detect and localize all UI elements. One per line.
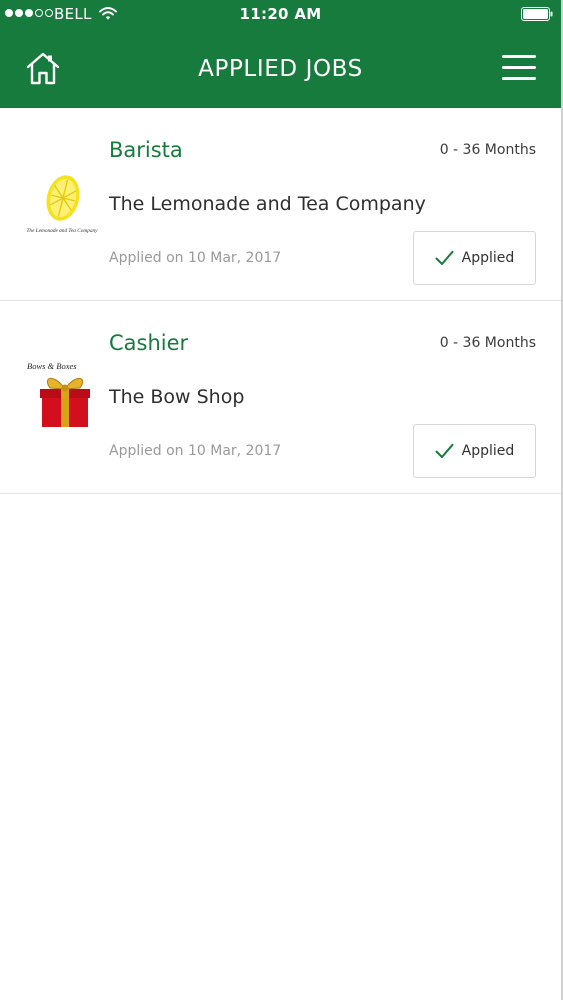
menu-button[interactable] [502, 53, 538, 83]
experience-range: 0 - 36 Months [439, 335, 536, 351]
job-card[interactable]: Bows & Boxes Cashier 0 - 36 Months The B… [0, 301, 561, 494]
applied-status-button[interactable]: Applied [413, 424, 536, 478]
company-name: The Bow Shop [109, 386, 245, 408]
battery-icon [521, 7, 553, 21]
experience-range: 0 - 36 Months [439, 142, 536, 158]
status-bar: BELL 11:20 AM [0, 0, 561, 30]
applied-date: Applied on 10 Mar, 2017 [109, 443, 282, 459]
header: BELL 11:20 AM APPLIED JOBS [0, 0, 561, 108]
check-icon [435, 443, 454, 458]
applied-status-label: Applied [461, 443, 515, 459]
applied-jobs-list: The Lemonade and Tea Company Barista 0 -… [0, 108, 561, 494]
screen: BELL 11:20 AM APPLIED JOBS The Lemonade … [0, 0, 563, 1000]
status-time: 11:20 AM [239, 5, 322, 23]
applied-status-button[interactable]: Applied [413, 231, 536, 285]
company-name: The Lemonade and Tea Company [109, 193, 426, 215]
bow-shop-logo: Bows & Boxes [27, 361, 90, 427]
job-title[interactable]: Cashier [109, 331, 188, 355]
applied-date: Applied on 10 Mar, 2017 [109, 250, 282, 266]
page-title: APPLIED JOBS [198, 56, 363, 82]
job-card[interactable]: The Lemonade and Tea Company Barista 0 -… [0, 108, 561, 301]
lemonade-logo-text: The Lemonade and Tea Company [26, 228, 98, 234]
bow-shop-logo-text: Bows & Boxes [27, 361, 77, 371]
lemonade-company-logo: The Lemonade and Tea Company [26, 175, 98, 234]
app-bar: APPLIED JOBS [0, 30, 561, 108]
job-title[interactable]: Barista [109, 138, 183, 162]
check-icon [435, 250, 454, 265]
applied-status-label: Applied [461, 250, 515, 266]
